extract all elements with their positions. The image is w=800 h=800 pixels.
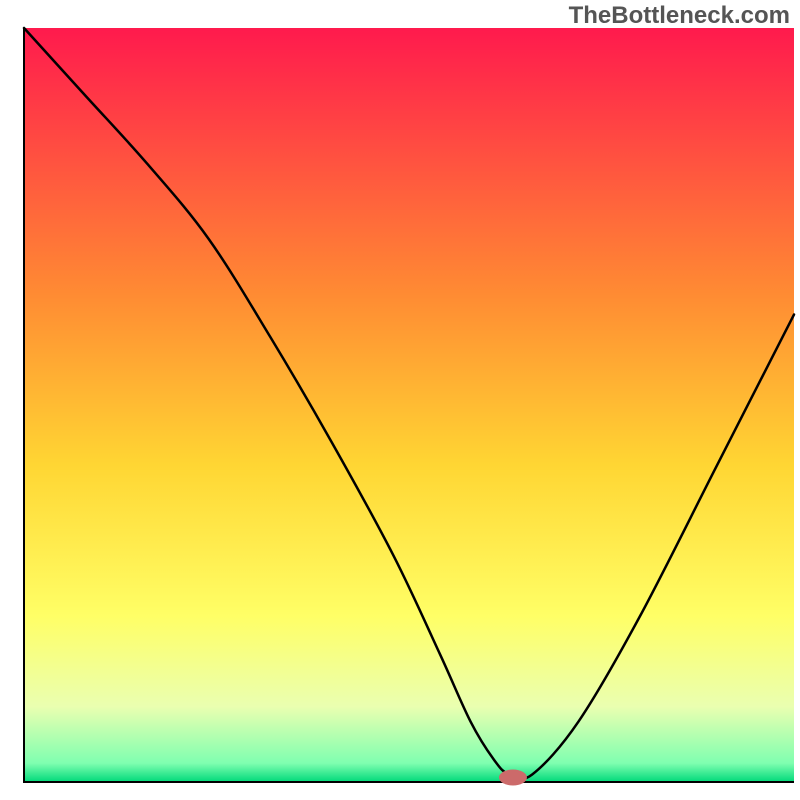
plot-background — [24, 28, 794, 782]
chart-container: TheBottleneck.com — [0, 0, 800, 800]
optimal-marker — [499, 769, 527, 785]
bottleneck-chart — [0, 0, 800, 800]
